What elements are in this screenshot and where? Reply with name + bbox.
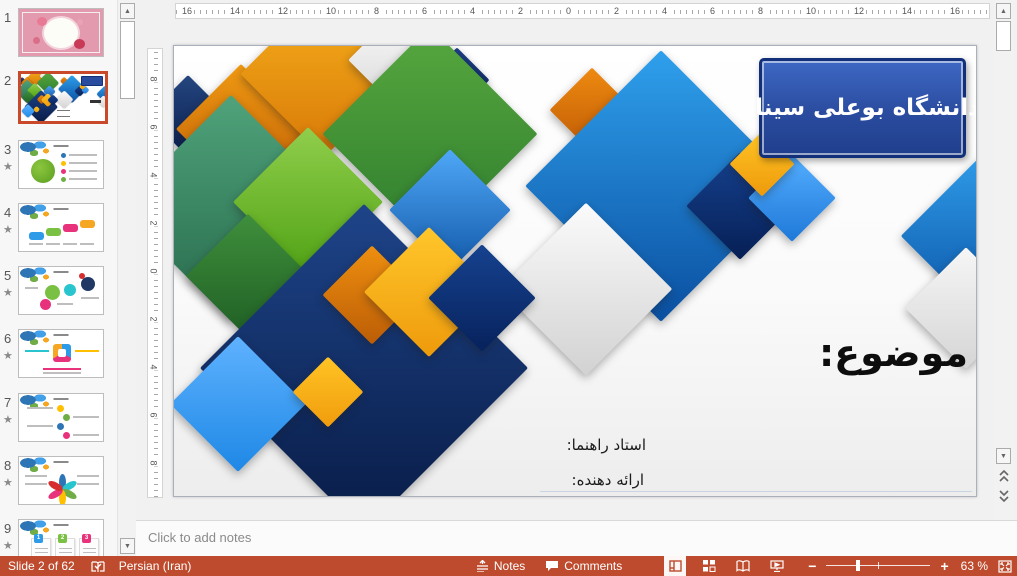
mini-card-badge: 1 (34, 534, 43, 543)
thumbnail-slide-1[interactable]: 1 (0, 8, 117, 61)
slide-3-preview[interactable] (18, 140, 104, 189)
slide-8-preview[interactable] (18, 456, 104, 505)
slide-editing-canvas[interactable]: دانشگاه بوعلی سینا موضوع: استاد راهنما: … (173, 45, 977, 497)
notes-pane[interactable]: Click to add notes (136, 520, 1017, 556)
slide-7-art (19, 394, 103, 441)
university-logo-text: دانشگاه بوعلی سینا (755, 95, 977, 121)
thumbnail-slide-6[interactable]: 6 ★ (0, 329, 117, 382)
slide-sorter-view-button[interactable] (698, 556, 720, 576)
mini-card-badge: 3 (82, 534, 91, 543)
slide-number: 5 (4, 268, 11, 283)
slide-number: 6 (4, 331, 11, 346)
slide-9-preview[interactable]: 1 2 3 (18, 519, 104, 556)
slide-title-placeholder[interactable]: موضوع: (819, 331, 968, 375)
zoom-in-button[interactable]: + (936, 558, 952, 574)
spellcheck-icon[interactable] (91, 560, 105, 573)
thumbnail-scrollbar[interactable]: ▲ ▼ (117, 0, 136, 556)
animation-star-icon: ★ (3, 413, 13, 426)
slide-number: 9 (4, 521, 11, 536)
animation-star-icon: ★ (3, 160, 13, 173)
comments-icon (545, 560, 559, 572)
animation-star-icon: ★ (3, 476, 13, 489)
text-placeholder-border (540, 491, 972, 492)
zoom-slider-thumb[interactable] (856, 560, 860, 571)
horizontal-ruler: 1614121086420246810121416 (175, 3, 990, 19)
animation-star-icon: ★ (3, 286, 13, 299)
slide-1-art (19, 9, 103, 56)
notes-icon (476, 560, 489, 572)
notes-toggle-button[interactable]: Notes (476, 559, 525, 573)
notes-placeholder-text[interactable]: Click to add notes (148, 530, 251, 545)
thumbnail-slide-3[interactable]: 3 ★ (0, 140, 117, 193)
animation-star-icon: ★ (3, 223, 13, 236)
fit-slide-to-window-button[interactable] (998, 560, 1012, 573)
slide-show-button[interactable] (766, 556, 788, 576)
thumbnail-slide-4[interactable]: 4 ★ (0, 203, 117, 256)
next-slide-button[interactable] (996, 488, 1011, 504)
thumbnail-slide-5[interactable]: 5 ★ (0, 266, 117, 319)
scroll-down-button[interactable]: ▼ (996, 448, 1011, 464)
powerpoint-window: 1 2 (0, 0, 1017, 576)
slide-6-art (19, 330, 103, 377)
thumbnail-slide-7[interactable]: 7 ★ (0, 393, 117, 446)
mini-card-badge: 2 (58, 534, 67, 543)
thumbnail-scroll-down-button[interactable]: ▼ (120, 538, 135, 554)
university-logo[interactable]: دانشگاه بوعلی سینا (759, 58, 966, 158)
slide-4-art (19, 204, 103, 251)
slide-8-art (19, 457, 103, 504)
language-indicator[interactable]: Persian (Iran) (119, 559, 192, 573)
supervisor-text[interactable]: استاد راهنما: (567, 436, 646, 454)
slide-7-preview[interactable] (18, 393, 104, 442)
zoom-slider[interactable] (826, 556, 930, 576)
main-scrollbar[interactable]: ▲ ▼ (994, 0, 1014, 520)
zoom-out-button[interactable]: − (804, 558, 820, 574)
slide-2-preview-selected[interactable] (18, 71, 108, 124)
slide-6-preview[interactable] (18, 329, 104, 378)
thumbnail-slide-8[interactable]: 8 ★ (0, 456, 117, 509)
slide-number: 7 (4, 395, 11, 410)
slide-3-art (19, 141, 103, 188)
status-bar: Slide 2 of 62 Persian (Iran) Notes (0, 556, 1017, 576)
slide-5-art (19, 267, 103, 314)
slide-number: 2 (4, 73, 11, 88)
slide-number: 4 (4, 205, 11, 220)
mini-logo (81, 76, 103, 86)
vertical-ruler: 864202468 (147, 48, 163, 498)
slide-thumbnail-pane: 1 2 (0, 0, 117, 556)
slide-counter[interactable]: Slide 2 of 62 (8, 559, 75, 573)
slide-5-preview[interactable] (18, 266, 104, 315)
reading-view-button[interactable] (732, 556, 754, 576)
slide-2-art (21, 74, 105, 121)
slide-number: 3 (4, 142, 11, 157)
comments-toggle-button[interactable]: Comments (545, 559, 622, 573)
slide-number: 8 (4, 458, 11, 473)
thumbnail-slide-9[interactable]: 9 ★ 1 2 (0, 519, 117, 556)
presenter-text[interactable]: ارائه دهنده: (572, 471, 644, 489)
main-scrollbar-thumb[interactable] (996, 21, 1011, 51)
animation-star-icon: ★ (3, 349, 13, 362)
thumbnail-scrollbar-thumb[interactable] (120, 21, 135, 99)
animation-star-icon: ★ (3, 539, 13, 552)
slide-1-preview[interactable] (18, 8, 104, 57)
normal-view-button[interactable] (664, 556, 686, 576)
thumbnail-slide-2[interactable]: 2 (0, 71, 117, 128)
slide-number: 1 (4, 10, 11, 25)
previous-slide-button[interactable] (996, 468, 1011, 484)
slide-4-preview[interactable] (18, 203, 104, 252)
zoom-percentage[interactable]: 63 % (961, 559, 988, 573)
slide-9-art: 1 2 3 (19, 520, 103, 556)
scroll-up-button[interactable]: ▲ (996, 3, 1011, 19)
thumbnail-scroll-up-button[interactable]: ▲ (120, 3, 135, 19)
